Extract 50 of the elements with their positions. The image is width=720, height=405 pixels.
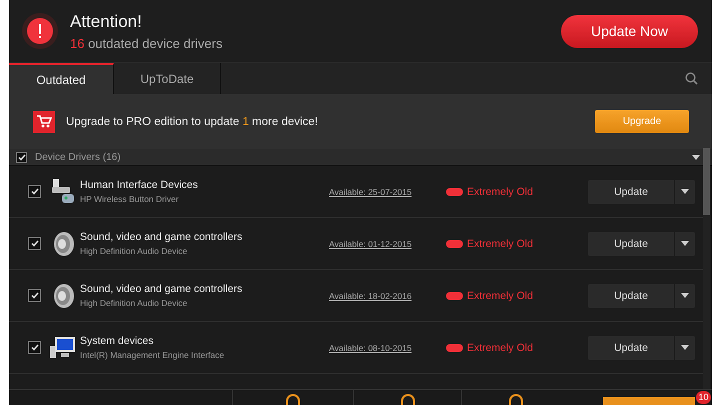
available-date-link[interactable]: Available: 25-07-2015: [329, 186, 446, 196]
expand-caret-icon: [692, 154, 700, 160]
status-pill: [446, 344, 463, 352]
status-text: Extremely Old: [467, 186, 534, 198]
available-date-link[interactable]: Available: 01-12-2015: [329, 238, 446, 248]
alert-title: Attention!: [70, 12, 143, 32]
monitor-icon: [50, 336, 76, 360]
available-date-link[interactable]: Available: 08-10-2015: [329, 342, 446, 352]
device-category: Sound, video and game controllers: [80, 283, 244, 295]
status-text: Extremely Old: [467, 238, 534, 250]
status-text: Extremely Old: [467, 342, 534, 354]
checkbox[interactable]: [16, 152, 27, 162]
available-date-link[interactable]: Available: 18-02-2016: [329, 290, 446, 300]
checkbox[interactable]: [28, 237, 41, 250]
notification-badge: 10: [696, 391, 711, 404]
device-name: Intel(R) Management Engine Interface: [80, 350, 226, 360]
tab[interactable]: Outdated: [9, 63, 114, 94]
speaker-icon: [51, 282, 75, 308]
caret-icon: [681, 293, 689, 298]
checkmark-icon: [30, 240, 38, 247]
device-name: High Definition Audio Device: [80, 298, 188, 308]
device-name: HP Wireless Button Driver: [80, 194, 180, 204]
alert-icon: [22, 13, 58, 49]
group-label: Device Drivers (16): [35, 152, 122, 162]
checkmark-icon: [30, 188, 38, 195]
device-name: High Definition Audio Device: [80, 246, 188, 256]
checkbox[interactable]: [28, 185, 41, 198]
checkbox[interactable]: [28, 341, 41, 354]
caret-icon: [681, 189, 689, 194]
status-pill: [446, 292, 463, 300]
search-icon[interactable]: [685, 72, 698, 85]
alert-subtitle: 16 outdated device drivers: [70, 36, 224, 50]
checkmark-icon: [30, 292, 38, 299]
caret-icon: [681, 241, 689, 246]
scrollbar[interactable]: [703, 148, 710, 389]
device-category: Human Interface Devices: [80, 179, 199, 191]
status-pill: [446, 240, 463, 248]
status-pill: [446, 188, 463, 196]
checkbox[interactable]: [28, 289, 41, 302]
upgrade-message: Upgrade to PRO edition to update 1 more device!: [66, 116, 319, 128]
checkmark-icon: [30, 344, 38, 351]
cart-icon: [33, 110, 55, 132]
update-now-button[interactable]: Update Now: [561, 14, 698, 48]
speaker-icon: [51, 230, 75, 256]
device-category: Sound, video and game controllers: [80, 231, 244, 243]
caret-icon: [681, 345, 689, 350]
checkmark-icon: [18, 154, 26, 160]
status-text: Extremely Old: [467, 290, 534, 302]
device-icon: [50, 178, 76, 206]
device-category: System devices: [80, 335, 155, 347]
